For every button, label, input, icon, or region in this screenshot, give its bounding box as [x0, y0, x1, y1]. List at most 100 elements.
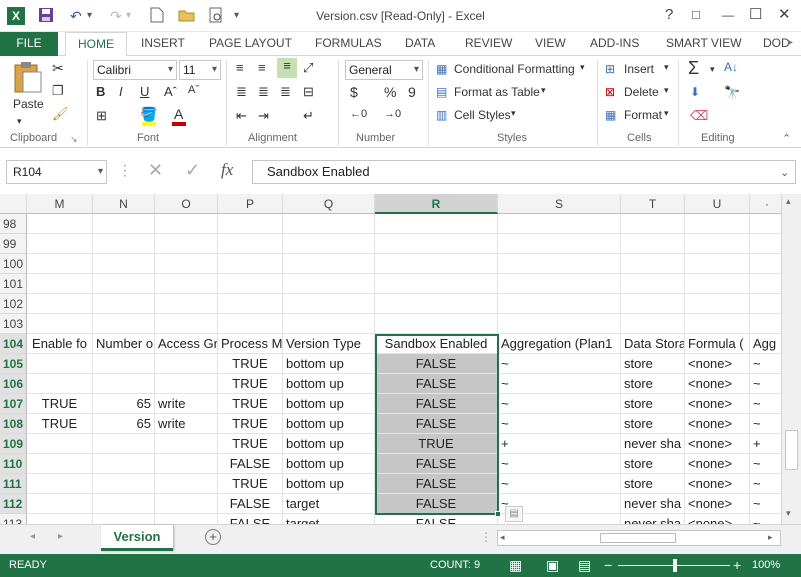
cell-n112[interactable]	[93, 494, 155, 514]
cell-u105[interactable]: <none>	[685, 354, 750, 374]
cell-r103[interactable]	[375, 314, 498, 334]
tab-review[interactable]: REVIEW	[465, 32, 512, 56]
cell-u98[interactable]	[685, 214, 750, 234]
vertical-scrollbar[interactable]: ▴ ▾	[781, 194, 801, 524]
column-header-o[interactable]: O	[155, 194, 218, 214]
cell-n113[interactable]	[93, 514, 155, 524]
scroll-down-icon[interactable]: ▾	[786, 508, 791, 519]
cell-s98[interactable]	[498, 214, 621, 234]
cell-q113[interactable]: target	[283, 514, 375, 524]
cell-r111[interactable]: FALSE	[375, 474, 498, 494]
cell-w112[interactable]: ~	[750, 494, 781, 514]
cell-m105[interactable]	[27, 354, 93, 374]
formula-input[interactable]: Sandbox Enabled	[252, 160, 796, 184]
cell-t108[interactable]: store	[621, 414, 685, 434]
row-header-99[interactable]: 99	[0, 234, 27, 254]
percent-button[interactable]: %	[384, 84, 396, 100]
close-button[interactable]: ✕	[778, 6, 791, 24]
cell-p110[interactable]: FALSE	[218, 454, 283, 474]
cell-r102[interactable]	[375, 294, 498, 314]
cell-p109[interactable]: TRUE	[218, 434, 283, 454]
cell-n103[interactable]	[93, 314, 155, 334]
cell-t109[interactable]: never sha	[621, 434, 685, 454]
cell-t100[interactable]	[621, 254, 685, 274]
cell-p104[interactable]: Process M	[218, 334, 283, 354]
cell-o111[interactable]	[155, 474, 218, 494]
cell-t111[interactable]: store	[621, 474, 685, 494]
align-center-icon[interactable]: ≣	[258, 84, 269, 100]
column-header-s[interactable]: S	[498, 194, 621, 214]
copy-icon[interactable]: ❐	[52, 83, 64, 99]
decrease-decimal-icon[interactable]: →0	[384, 108, 401, 120]
cell-t98[interactable]	[621, 214, 685, 234]
cell-o108[interactable]: write	[155, 414, 218, 434]
column-header-q[interactable]: Q	[283, 194, 375, 214]
cell-u111[interactable]: <none>	[685, 474, 750, 494]
cell-t113[interactable]: never sha	[621, 514, 685, 524]
cell-p111[interactable]: TRUE	[218, 474, 283, 494]
cell-s103[interactable]	[498, 314, 621, 334]
cell-u102[interactable]	[685, 294, 750, 314]
cell-o104[interactable]: Access Gr	[155, 334, 218, 354]
cell-m109[interactable]	[27, 434, 93, 454]
spreadsheet-grid[interactable]: M N O P Q R S T U · 98 99 100 101 102 103 104 Enable fo Nu…	[0, 194, 781, 524]
horizontal-scrollbar[interactable]: ◂ ▸	[497, 530, 781, 546]
column-header-m[interactable]: M	[27, 194, 93, 214]
cell-t110[interactable]: store	[621, 454, 685, 474]
cell-q103[interactable]	[283, 314, 375, 334]
cell-s109[interactable]: +	[498, 434, 621, 454]
cell-r100[interactable]	[375, 254, 498, 274]
zoom-in-icon[interactable]: +	[733, 554, 741, 577]
tab-dod[interactable]: DOD	[763, 32, 790, 56]
cell-w99[interactable]	[750, 234, 781, 254]
cell-n102[interactable]	[93, 294, 155, 314]
format-painter-icon[interactable]: 🖌	[52, 106, 69, 122]
cell-p112[interactable]: FALSE	[218, 494, 283, 514]
cell-q111[interactable]: bottom up	[283, 474, 375, 494]
cell-o102[interactable]	[155, 294, 218, 314]
cell-r113[interactable]: FALSE	[375, 514, 498, 524]
cell-u108[interactable]: <none>	[685, 414, 750, 434]
cell-w105[interactable]: ~	[750, 354, 781, 374]
align-bottom-icon[interactable]: ≡	[277, 58, 297, 78]
align-top-icon[interactable]: ≡	[236, 60, 244, 75]
cell-r98[interactable]	[375, 214, 498, 234]
cell-p99[interactable]	[218, 234, 283, 254]
row-header-113[interactable]: 113	[0, 514, 27, 524]
find-select-icon[interactable]: 🔭	[724, 85, 740, 101]
cell-s110[interactable]: ~	[498, 454, 621, 474]
bold-icon[interactable]: B	[96, 84, 105, 99]
insert-cells-icon[interactable]: ⊞	[605, 62, 615, 76]
cell-s107[interactable]: ~	[498, 394, 621, 414]
normal-view-icon[interactable]: ▦	[509, 554, 522, 577]
cell-o100[interactable]	[155, 254, 218, 274]
autosum-dropdown-icon[interactable]: ▾	[710, 64, 715, 75]
cell-p106[interactable]: TRUE	[218, 374, 283, 394]
cell-u109[interactable]: <none>	[685, 434, 750, 454]
cell-r109[interactable]: TRUE	[375, 434, 498, 454]
cell-s106[interactable]: ~	[498, 374, 621, 394]
comma-button[interactable]: 9	[408, 84, 416, 100]
orientation-icon[interactable]: ⤢	[303, 60, 313, 76]
row-header-109[interactable]: 109	[0, 434, 27, 454]
cell-n105[interactable]	[93, 354, 155, 374]
format-as-table-dropdown-icon[interactable]: ▾	[541, 85, 546, 96]
cell-o109[interactable]	[155, 434, 218, 454]
paste-button[interactable]: Paste	[13, 97, 44, 111]
decrease-indent-icon[interactable]: ⇤	[236, 108, 247, 124]
cell-n110[interactable]	[93, 454, 155, 474]
sheet-next-icon[interactable]: ▸	[58, 531, 63, 542]
cell-p103[interactable]	[218, 314, 283, 334]
tab-home[interactable]: HOME	[65, 32, 127, 57]
fill-handle[interactable]	[495, 511, 501, 517]
cell-t101[interactable]	[621, 274, 685, 294]
conditional-formatting-dropdown-icon[interactable]: ▾	[580, 62, 585, 73]
row-header-110[interactable]: 110	[0, 454, 27, 474]
cell-r107[interactable]: FALSE	[375, 394, 498, 414]
tab-add-ins[interactable]: ADD-INS	[590, 32, 639, 56]
cell-q105[interactable]: bottom up	[283, 354, 375, 374]
cell-o101[interactable]	[155, 274, 218, 294]
cell-n106[interactable]	[93, 374, 155, 394]
scroll-up-icon[interactable]: ▴	[786, 196, 791, 207]
cell-n104[interactable]: Number o	[93, 334, 155, 354]
